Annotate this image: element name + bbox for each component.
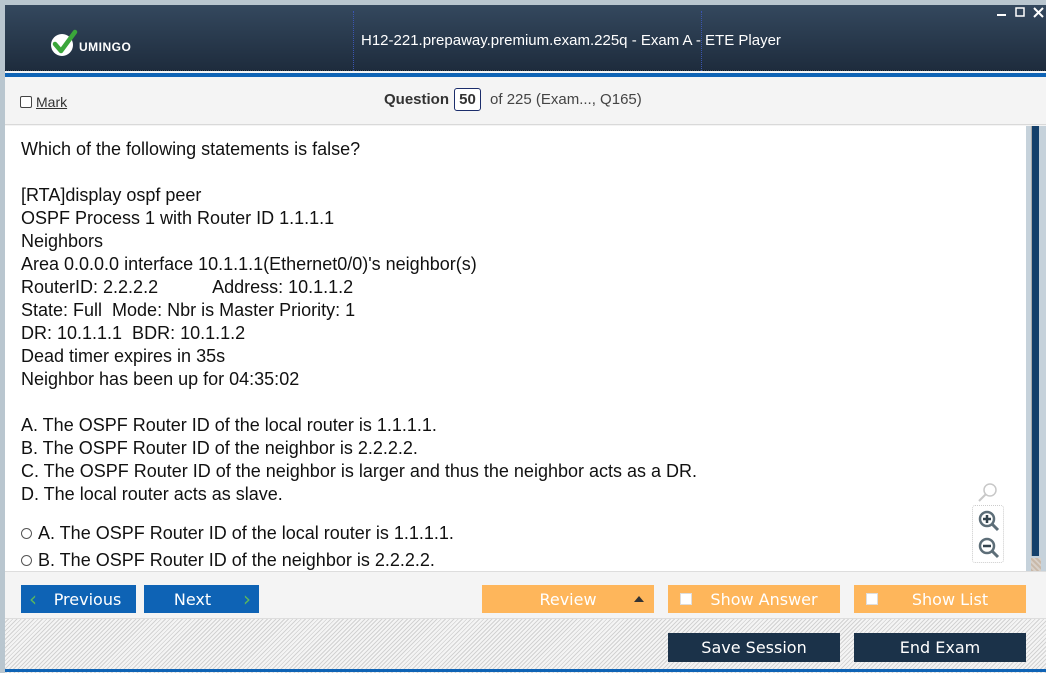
logo: UMINGO bbox=[50, 29, 131, 57]
question-text: Which of the following statements is fal… bbox=[21, 138, 697, 506]
question-line: State: Full Mode: Nbr is Master Priority… bbox=[21, 300, 356, 320]
answer-choices: A. The OSPF Router ID of the local route… bbox=[21, 520, 454, 571]
question-content: Which of the following statements is fal… bbox=[5, 126, 1026, 571]
question-line: Neighbor has been up for 04:35:02 bbox=[21, 369, 300, 389]
scrollbar-thumb[interactable] bbox=[1031, 126, 1039, 556]
scrollbar-grip bbox=[1031, 558, 1041, 571]
checkbox-icon bbox=[866, 593, 878, 605]
answer-choice-label: A. The OSPF Router ID of the local route… bbox=[38, 523, 454, 543]
show-list-label: Show List bbox=[911, 589, 989, 609]
maximize-icon bbox=[1015, 7, 1025, 17]
window-title: H12-221.prepaway.premium.exam.225q - Exa… bbox=[361, 32, 781, 49]
question-line: D. The local router acts as slave. bbox=[21, 484, 283, 504]
review-label: Review bbox=[539, 589, 597, 609]
footer-accent-bar bbox=[5, 669, 1046, 672]
show-answer-button[interactable]: Show Answer bbox=[668, 585, 840, 613]
brand-name: UMINGO bbox=[79, 40, 132, 54]
zoom-in-icon[interactable] bbox=[977, 509, 1001, 533]
minimize-button[interactable] bbox=[996, 6, 1008, 18]
checkmark-logo-icon bbox=[51, 29, 78, 56]
search-icon bbox=[978, 483, 997, 502]
next-label: Next bbox=[173, 589, 212, 609]
navigation-toolbar: ‹ Previous Next › Review Show Answer Sho… bbox=[5, 571, 1046, 617]
checkbox-icon bbox=[20, 96, 32, 108]
question-line: Which of the following statements is fal… bbox=[21, 139, 361, 159]
question-line: A. The OSPF Router ID of the local route… bbox=[21, 415, 437, 435]
triangle-up-icon bbox=[634, 596, 644, 602]
question-header: Mark Question 50 of 225 (Exam..., Q165) bbox=[5, 77, 1046, 125]
review-button[interactable]: Review bbox=[482, 585, 654, 613]
question-line: Area 0.0.0.0 interface 10.1.1.1(Ethernet… bbox=[21, 254, 477, 274]
question-line bbox=[21, 161, 697, 184]
title-bar: UMINGO H12-221.prepaway.premium.exam.225… bbox=[5, 5, 1046, 71]
answer-choice[interactable]: B. The OSPF Router ID of the neighbor is… bbox=[21, 547, 454, 571]
footer: Save Session End Exam bbox=[5, 618, 1046, 673]
mark-label: Mark bbox=[36, 94, 68, 110]
question-line: OSPF Process 1 with Router ID 1.1.1.1 bbox=[21, 208, 335, 228]
answer-choice-label: B. The OSPF Router ID of the neighbor is… bbox=[38, 550, 435, 570]
title-divider bbox=[353, 11, 354, 71]
app-window: UMINGO H12-221.prepaway.premium.exam.225… bbox=[5, 5, 1046, 673]
previous-button[interactable]: ‹ Previous bbox=[21, 585, 136, 613]
question-label: Question bbox=[384, 91, 450, 108]
zoom-out-icon[interactable] bbox=[977, 536, 1001, 560]
end-exam-button[interactable]: End Exam bbox=[854, 633, 1026, 662]
show-list-button[interactable]: Show List bbox=[854, 585, 1026, 613]
show-answer-label: Show Answer bbox=[710, 589, 818, 609]
radio-button-icon[interactable] bbox=[21, 528, 32, 539]
save-session-button[interactable]: Save Session bbox=[668, 633, 840, 662]
question-line: B. The OSPF Router ID of the neighbor is… bbox=[21, 438, 418, 458]
checkbox-icon bbox=[680, 593, 692, 605]
chevron-left-icon: ‹ bbox=[29, 587, 37, 611]
close-icon bbox=[1032, 6, 1044, 18]
answer-choice[interactable]: A. The OSPF Router ID of the local route… bbox=[21, 520, 454, 547]
question-line: Neighbors bbox=[21, 231, 104, 251]
question-line: C. The OSPF Router ID of the neighbor is… bbox=[21, 461, 698, 481]
question-total: of 225 (Exam..., Q165) bbox=[490, 91, 642, 108]
question-number-input[interactable]: 50 bbox=[454, 88, 482, 111]
mark-checkbox[interactable]: Mark bbox=[20, 94, 67, 110]
close-button[interactable] bbox=[1032, 6, 1044, 18]
previous-label: Previous bbox=[53, 589, 122, 609]
minimize-icon bbox=[997, 14, 1006, 16]
maximize-button[interactable] bbox=[1014, 6, 1026, 18]
question-navigator: Question 50 of 225 (Exam..., Q165) bbox=[384, 88, 642, 111]
next-button[interactable]: Next › bbox=[144, 585, 259, 613]
question-line: [RTA]display ospf peer bbox=[21, 185, 202, 205]
chevron-right-icon: › bbox=[243, 587, 251, 611]
question-line: RouterID: 2.2.2.2 Address: 10.1.1.2 bbox=[21, 277, 354, 297]
question-line: DR: 10.1.1.1 BDR: 10.1.1.2 bbox=[21, 323, 246, 343]
question-line bbox=[21, 391, 697, 414]
zoom-controls bbox=[972, 505, 1004, 563]
window-controls bbox=[996, 6, 1044, 18]
radio-button-icon[interactable] bbox=[21, 555, 32, 566]
question-line: Dead timer expires in 35s bbox=[21, 346, 226, 366]
